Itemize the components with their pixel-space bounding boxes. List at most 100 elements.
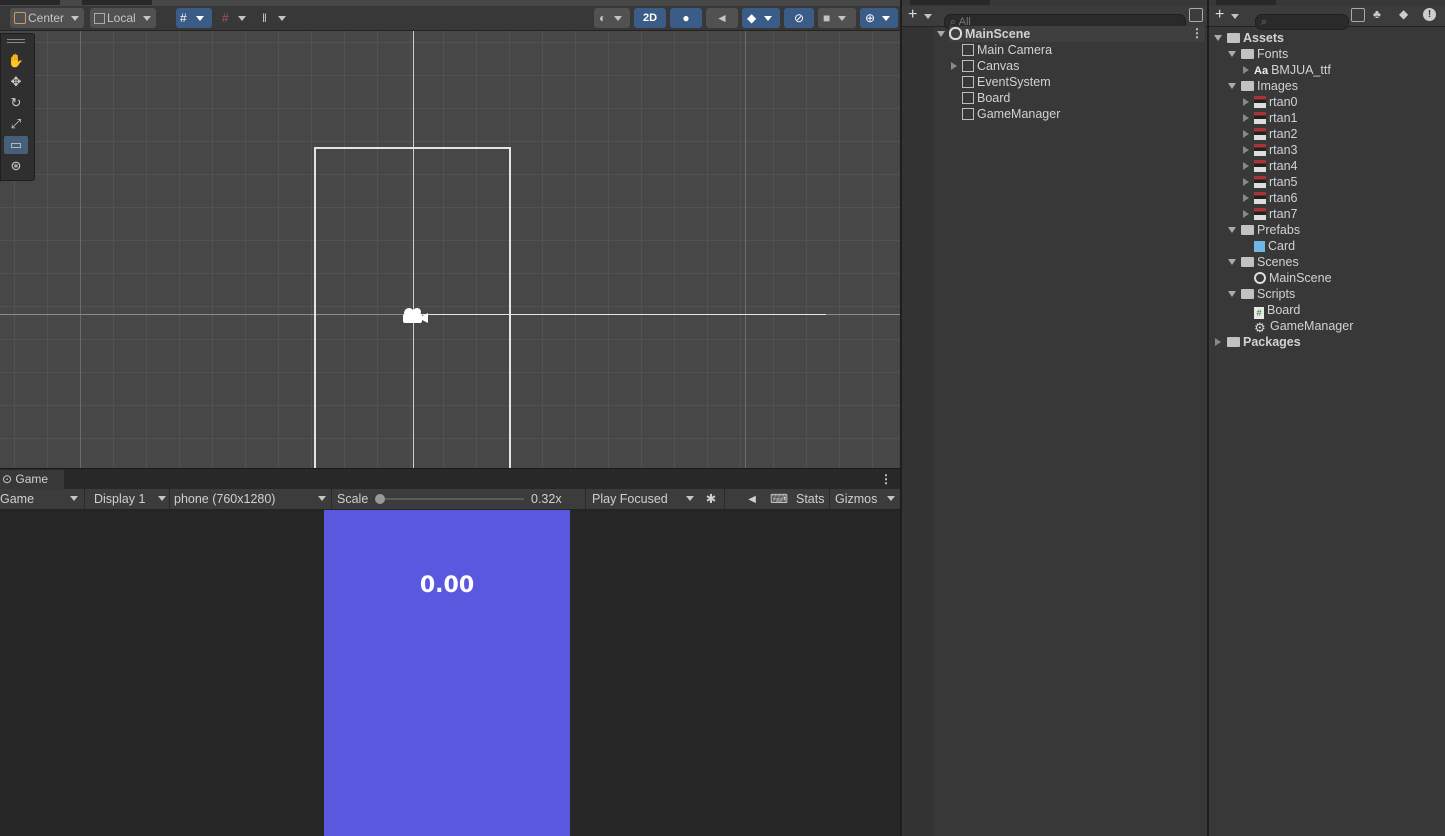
- toggle-2d-button[interactable]: 2D: [634, 8, 666, 28]
- gamepad-icon: ⊙: [2, 472, 13, 486]
- expand-arrow-icon[interactable]: [1243, 130, 1249, 138]
- expand-arrow-icon[interactable]: [1228, 83, 1236, 89]
- expand-arrow-icon[interactable]: [951, 62, 957, 70]
- search-by-type-icon[interactable]: [1351, 8, 1365, 22]
- folder-scripts[interactable]: Scripts: [1241, 286, 1295, 302]
- scene-tab-stub[interactable]: [0, 0, 60, 5]
- drag-handle-icon[interactable]: [7, 39, 25, 40]
- hierarchy-tab-stub[interactable]: [910, 0, 990, 5]
- camera-settings-dropdown[interactable]: ■: [818, 8, 856, 28]
- expand-arrow-icon[interactable]: [1243, 98, 1249, 106]
- expand-arrow-icon[interactable]: [1243, 162, 1249, 170]
- camera-gizmo-icon[interactable]: [400, 304, 430, 326]
- folder-scenes[interactable]: Scenes: [1241, 254, 1299, 270]
- stats-button[interactable]: Stats: [796, 489, 825, 509]
- effects-dropdown[interactable]: ◆: [742, 8, 780, 28]
- expand-arrow-icon[interactable]: [1243, 210, 1249, 218]
- asset-item[interactable]: rtan0: [1254, 94, 1298, 110]
- asset-item[interactable]: rtan1: [1254, 110, 1298, 126]
- asset-item[interactable]: rtan5: [1254, 174, 1298, 190]
- expand-arrow-icon[interactable]: [1228, 291, 1236, 297]
- chevron-down-icon[interactable]: [924, 14, 932, 19]
- asset-item[interactable]: rtan2: [1254, 126, 1298, 142]
- scene-search-icon[interactable]: [1189, 8, 1203, 22]
- more-options-icon[interactable]: ⋮: [880, 472, 892, 486]
- game-screen[interactable]: [324, 510, 570, 836]
- folder-assets[interactable]: Assets: [1227, 30, 1284, 46]
- info-icon[interactable]: !: [1423, 8, 1436, 21]
- expand-arrow-icon[interactable]: [1215, 338, 1221, 346]
- increment-snap-button[interactable]: ‖: [258, 8, 294, 28]
- scene-visibility-button[interactable]: ⊘: [784, 8, 814, 28]
- animator-tab-stub[interactable]: [82, 0, 152, 5]
- keyboard-icon[interactable]: ⌨: [770, 489, 788, 509]
- grid-visibility-button[interactable]: #: [218, 8, 254, 28]
- add-icon[interactable]: +: [1215, 7, 1224, 23]
- pivot-rotation-dropdown[interactable]: Local: [90, 8, 156, 28]
- expand-arrow-icon[interactable]: [1228, 51, 1236, 57]
- grid-snapping-button[interactable]: #: [176, 8, 212, 28]
- expand-arrow-icon[interactable]: [937, 31, 945, 37]
- expand-arrow-icon[interactable]: [1243, 114, 1249, 122]
- hand-tool-icon[interactable]: ✋: [4, 52, 28, 70]
- view-mode-dropdown[interactable]: Game: [0, 489, 82, 509]
- lighting-toggle-button[interactable]: ●: [670, 8, 702, 28]
- asset-item[interactable]: Aa BMJUA_ttf: [1254, 62, 1331, 78]
- speaker-icon[interactable]: ◄: [744, 489, 760, 509]
- pivot-mode-dropdown[interactable]: Center: [10, 8, 84, 28]
- folder-fonts[interactable]: Fonts: [1241, 46, 1288, 62]
- asset-item[interactable]: ⚙ GameManager: [1254, 318, 1353, 334]
- folder-packages[interactable]: Packages: [1227, 334, 1301, 350]
- expand-arrow-icon[interactable]: [1243, 146, 1249, 154]
- expand-arrow-icon[interactable]: [1228, 259, 1236, 265]
- chevron-down-icon[interactable]: [1231, 14, 1239, 19]
- asset-item[interactable]: MainScene: [1254, 270, 1332, 286]
- asset-item[interactable]: rtan3: [1254, 142, 1298, 158]
- folder-prefabs[interactable]: Prefabs: [1241, 222, 1300, 238]
- scene-grid[interactable]: [0, 31, 900, 468]
- asset-item[interactable]: rtan7: [1254, 206, 1298, 222]
- folder-images[interactable]: Images: [1241, 78, 1298, 94]
- scale-tool-icon[interactable]: ⤢: [4, 115, 28, 133]
- expand-arrow-icon[interactable]: [1243, 66, 1249, 74]
- asset-item[interactable]: Card: [1254, 238, 1295, 254]
- asset-item[interactable]: rtan4: [1254, 158, 1298, 174]
- view-mode-label: Game: [0, 492, 35, 506]
- hierarchy-item[interactable]: GameManager: [962, 106, 1060, 122]
- move-tool-icon[interactable]: ✥: [4, 73, 28, 91]
- rect-tool-icon[interactable]: ▭: [4, 136, 28, 154]
- draw-mode-dropdown[interactable]: ◐: [594, 8, 630, 28]
- transform-tool-icon[interactable]: ⊛: [4, 157, 28, 175]
- scale-slider-track[interactable]: [376, 498, 524, 500]
- expand-arrow-icon[interactable]: [1214, 35, 1222, 41]
- expand-arrow-icon[interactable]: [1243, 178, 1249, 186]
- resolution-dropdown[interactable]: phone (760x1280): [174, 489, 328, 509]
- expand-arrow-icon[interactable]: [1243, 194, 1249, 202]
- add-icon[interactable]: +: [908, 7, 917, 23]
- filter-icon[interactable]: ♣: [1373, 7, 1381, 21]
- asset-item[interactable]: rtan6: [1254, 190, 1298, 206]
- hierarchy-item[interactable]: Board: [962, 90, 1010, 106]
- hierarchy-item[interactable]: Canvas: [962, 58, 1019, 74]
- hierarchy-item[interactable]: EventSystem: [962, 74, 1051, 90]
- hierarchy-item[interactable]: Main Camera: [962, 42, 1052, 58]
- gizmos-dropdown[interactable]: ⊕: [860, 8, 898, 28]
- rotate-tool-icon[interactable]: ↻: [4, 94, 28, 112]
- project-search-input[interactable]: ⌕: [1255, 14, 1349, 30]
- bug-icon[interactable]: ✱: [703, 489, 719, 509]
- hierarchy-scene-row[interactable]: MainScene: [949, 26, 1205, 42]
- tab-game[interactable]: ⊙ Game: [0, 470, 64, 489]
- label-icon[interactable]: ◆: [1399, 7, 1408, 21]
- play-mode-dropdown[interactable]: Play Focused: [592, 489, 696, 509]
- grid-major-line: [80, 31, 81, 468]
- display-dropdown[interactable]: Display 1: [94, 489, 168, 509]
- audio-toggle-button[interactable]: ◄: [706, 8, 738, 28]
- asset-item[interactable]: # Board: [1254, 302, 1300, 319]
- expand-arrow-icon[interactable]: [1228, 227, 1236, 233]
- scene-menu-icon[interactable]: ⋮: [1191, 26, 1203, 40]
- chevron-down-icon: [686, 496, 694, 501]
- gizmos-button[interactable]: Gizmos: [835, 489, 899, 509]
- scale-slider-thumb[interactable]: [375, 494, 385, 504]
- scene-view[interactable]: Center Local # # ‖ ◐ 2D ● ◄ ◆ ⊘ ■ ⊕ ✋ ✥ …: [0, 0, 900, 468]
- project-tab-stub[interactable]: [1216, 0, 1276, 5]
